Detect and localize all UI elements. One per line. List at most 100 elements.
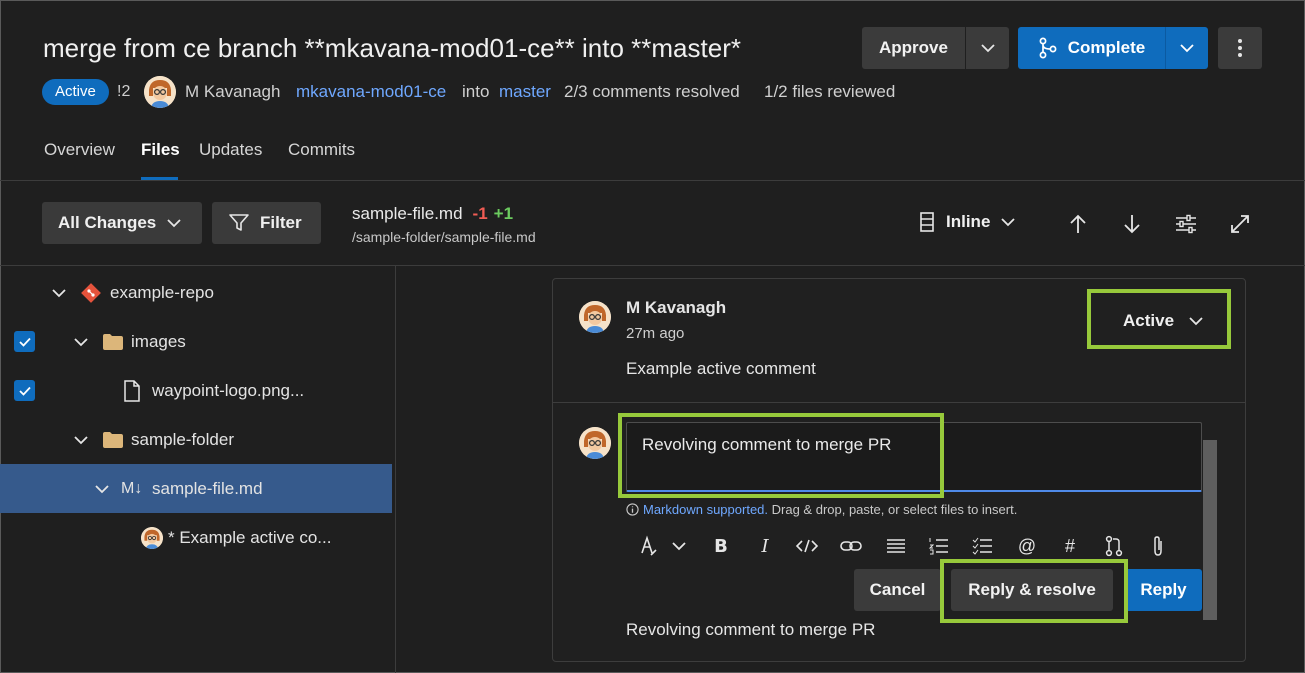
numbered-list-icon[interactable] (926, 533, 952, 559)
tab-updates[interactable]: Updates (199, 140, 262, 160)
complete-label: Complete (1067, 38, 1146, 57)
highlight-reply-input (618, 413, 944, 498)
cancel-button[interactable]: Cancel (854, 569, 941, 611)
complete-group: Complete (1018, 27, 1208, 69)
filter-icon (229, 214, 249, 231)
tree-item-images[interactable]: images (0, 317, 392, 366)
all-changes-dropdown[interactable]: All Changes (42, 202, 202, 244)
tree-divider (395, 266, 396, 673)
comments-resolved: 2/3 comments resolved (564, 82, 740, 101)
tab-overview[interactable]: Overview (44, 140, 115, 160)
tree-item-waypoint-logo[interactable]: waypoint-logo.png... (0, 366, 392, 415)
tree-item-label: waypoint-logo.png... (152, 380, 305, 400)
tree-item-label: * Example active co... (168, 527, 332, 547)
previous-change-button[interactable] (1064, 210, 1092, 238)
approve-group: Approve (862, 27, 1009, 69)
target-branch-link[interactable]: master (499, 82, 551, 102)
work-item-hash-icon[interactable]: # (1057, 533, 1083, 559)
avatar (141, 526, 163, 549)
thread-divider (553, 402, 1245, 403)
author-name: M Kavanagh (185, 82, 281, 101)
tree-item-label: sample-file.md (152, 478, 263, 498)
source-branch-link[interactable]: mkavana-mod01-ce (296, 82, 446, 102)
markdown-icon: M↓ (121, 479, 143, 497)
tree-item-repo[interactable]: example-repo (0, 268, 392, 317)
reviewed-checkbox[interactable] (14, 380, 35, 401)
folder-icon (103, 333, 123, 350)
info-icon (626, 503, 639, 516)
chevron-down-icon (74, 337, 88, 346)
highlight-status (1087, 289, 1231, 349)
tree-item-comment[interactable]: * Example active co... (0, 513, 392, 562)
header-divider (0, 180, 1305, 181)
merge-icon (1039, 37, 1057, 59)
view-mode-label: Inline (946, 212, 991, 231)
chevron-down-icon (74, 435, 88, 444)
avatar (579, 301, 611, 333)
scrollbar[interactable] (1203, 440, 1217, 620)
link-icon[interactable] (838, 533, 864, 559)
approve-button[interactable]: Approve (862, 38, 965, 58)
deletions-count: -1 (472, 204, 488, 223)
markdown-link[interactable]: Markdown supported. (643, 502, 768, 517)
checklist-icon[interactable] (970, 533, 996, 559)
avatar (144, 76, 176, 108)
chevron-down-icon (95, 484, 109, 493)
more-vertical-icon (1238, 39, 1242, 57)
settings-sliders-icon (1176, 214, 1196, 234)
mention-icon[interactable]: @ (1014, 533, 1040, 559)
next-change-button[interactable] (1118, 210, 1146, 238)
page-title: merge from ce branch **mkavana-mod01-ce*… (43, 33, 741, 63)
highlight-reply-resolve (940, 559, 1128, 623)
view-mode-dropdown[interactable]: Inline (918, 211, 1016, 233)
attachment-icon[interactable] (1145, 533, 1171, 559)
fullscreen-button[interactable] (1226, 210, 1254, 238)
file-icon (124, 379, 140, 402)
more-actions-button[interactable] (1218, 27, 1262, 69)
reviewed-checkbox[interactable] (14, 331, 35, 352)
inline-view-icon (920, 212, 934, 232)
files-reviewed: 1/2 files reviewed (764, 82, 896, 101)
diff-file-path: /sample-folder/sample-file.md (352, 229, 536, 245)
diff-settings-button[interactable] (1172, 210, 1200, 238)
format-dropdown-chevron-icon[interactable] (666, 533, 692, 559)
check-icon (18, 337, 31, 347)
comment-text: Example active comment (626, 359, 816, 378)
approve-options-button[interactable] (966, 27, 1009, 69)
expand-icon (1231, 215, 1249, 233)
markdown-hint: Markdown supported. Drag & drop, paste, … (626, 502, 1017, 517)
tree-item-label: sample-folder (131, 429, 234, 449)
status-badge: Active (42, 79, 109, 105)
filter-button[interactable]: Filter (212, 202, 321, 244)
git-repo-icon (81, 282, 101, 303)
chevron-down-icon (980, 44, 995, 53)
diff-file-name: sample-file.md (352, 204, 463, 223)
diff-file-header: sample-file.md -1 +1 (352, 204, 513, 224)
comment-time: 27m ago (626, 325, 685, 342)
tree-item-sample-folder[interactable]: sample-folder (0, 415, 392, 464)
check-icon (18, 386, 31, 396)
additions-count: +1 (493, 204, 514, 223)
bold-icon[interactable]: B (708, 533, 734, 559)
markdown-hint-text: Drag & drop, paste, or select files to i… (771, 502, 1018, 517)
tab-files[interactable]: Files (141, 140, 180, 160)
italic-icon[interactable]: I (752, 533, 778, 559)
tree-item-sample-file[interactable]: M↓ sample-file.md (0, 464, 392, 513)
code-icon[interactable] (794, 533, 820, 559)
pull-request-icon[interactable] (1101, 533, 1127, 559)
arrow-down-icon (1124, 215, 1140, 234)
reply-button[interactable]: Reply (1125, 569, 1202, 611)
toolbar-divider (0, 265, 1305, 266)
chevron-down-icon (1001, 218, 1016, 227)
pr-id: !2 (117, 83, 131, 100)
all-changes-label: All Changes (58, 213, 157, 232)
tab-commits[interactable]: Commits (288, 140, 355, 160)
complete-options-button[interactable] (1166, 27, 1208, 69)
arrow-up-icon (1070, 214, 1086, 233)
tree-item-label: example-repo (110, 282, 214, 302)
comment-author: M Kavanagh (626, 298, 727, 317)
format-style-icon[interactable] (636, 533, 662, 559)
tree-item-label: images (131, 331, 186, 351)
bulleted-list-icon[interactable] (883, 533, 909, 559)
complete-button[interactable]: Complete (1018, 27, 1165, 69)
